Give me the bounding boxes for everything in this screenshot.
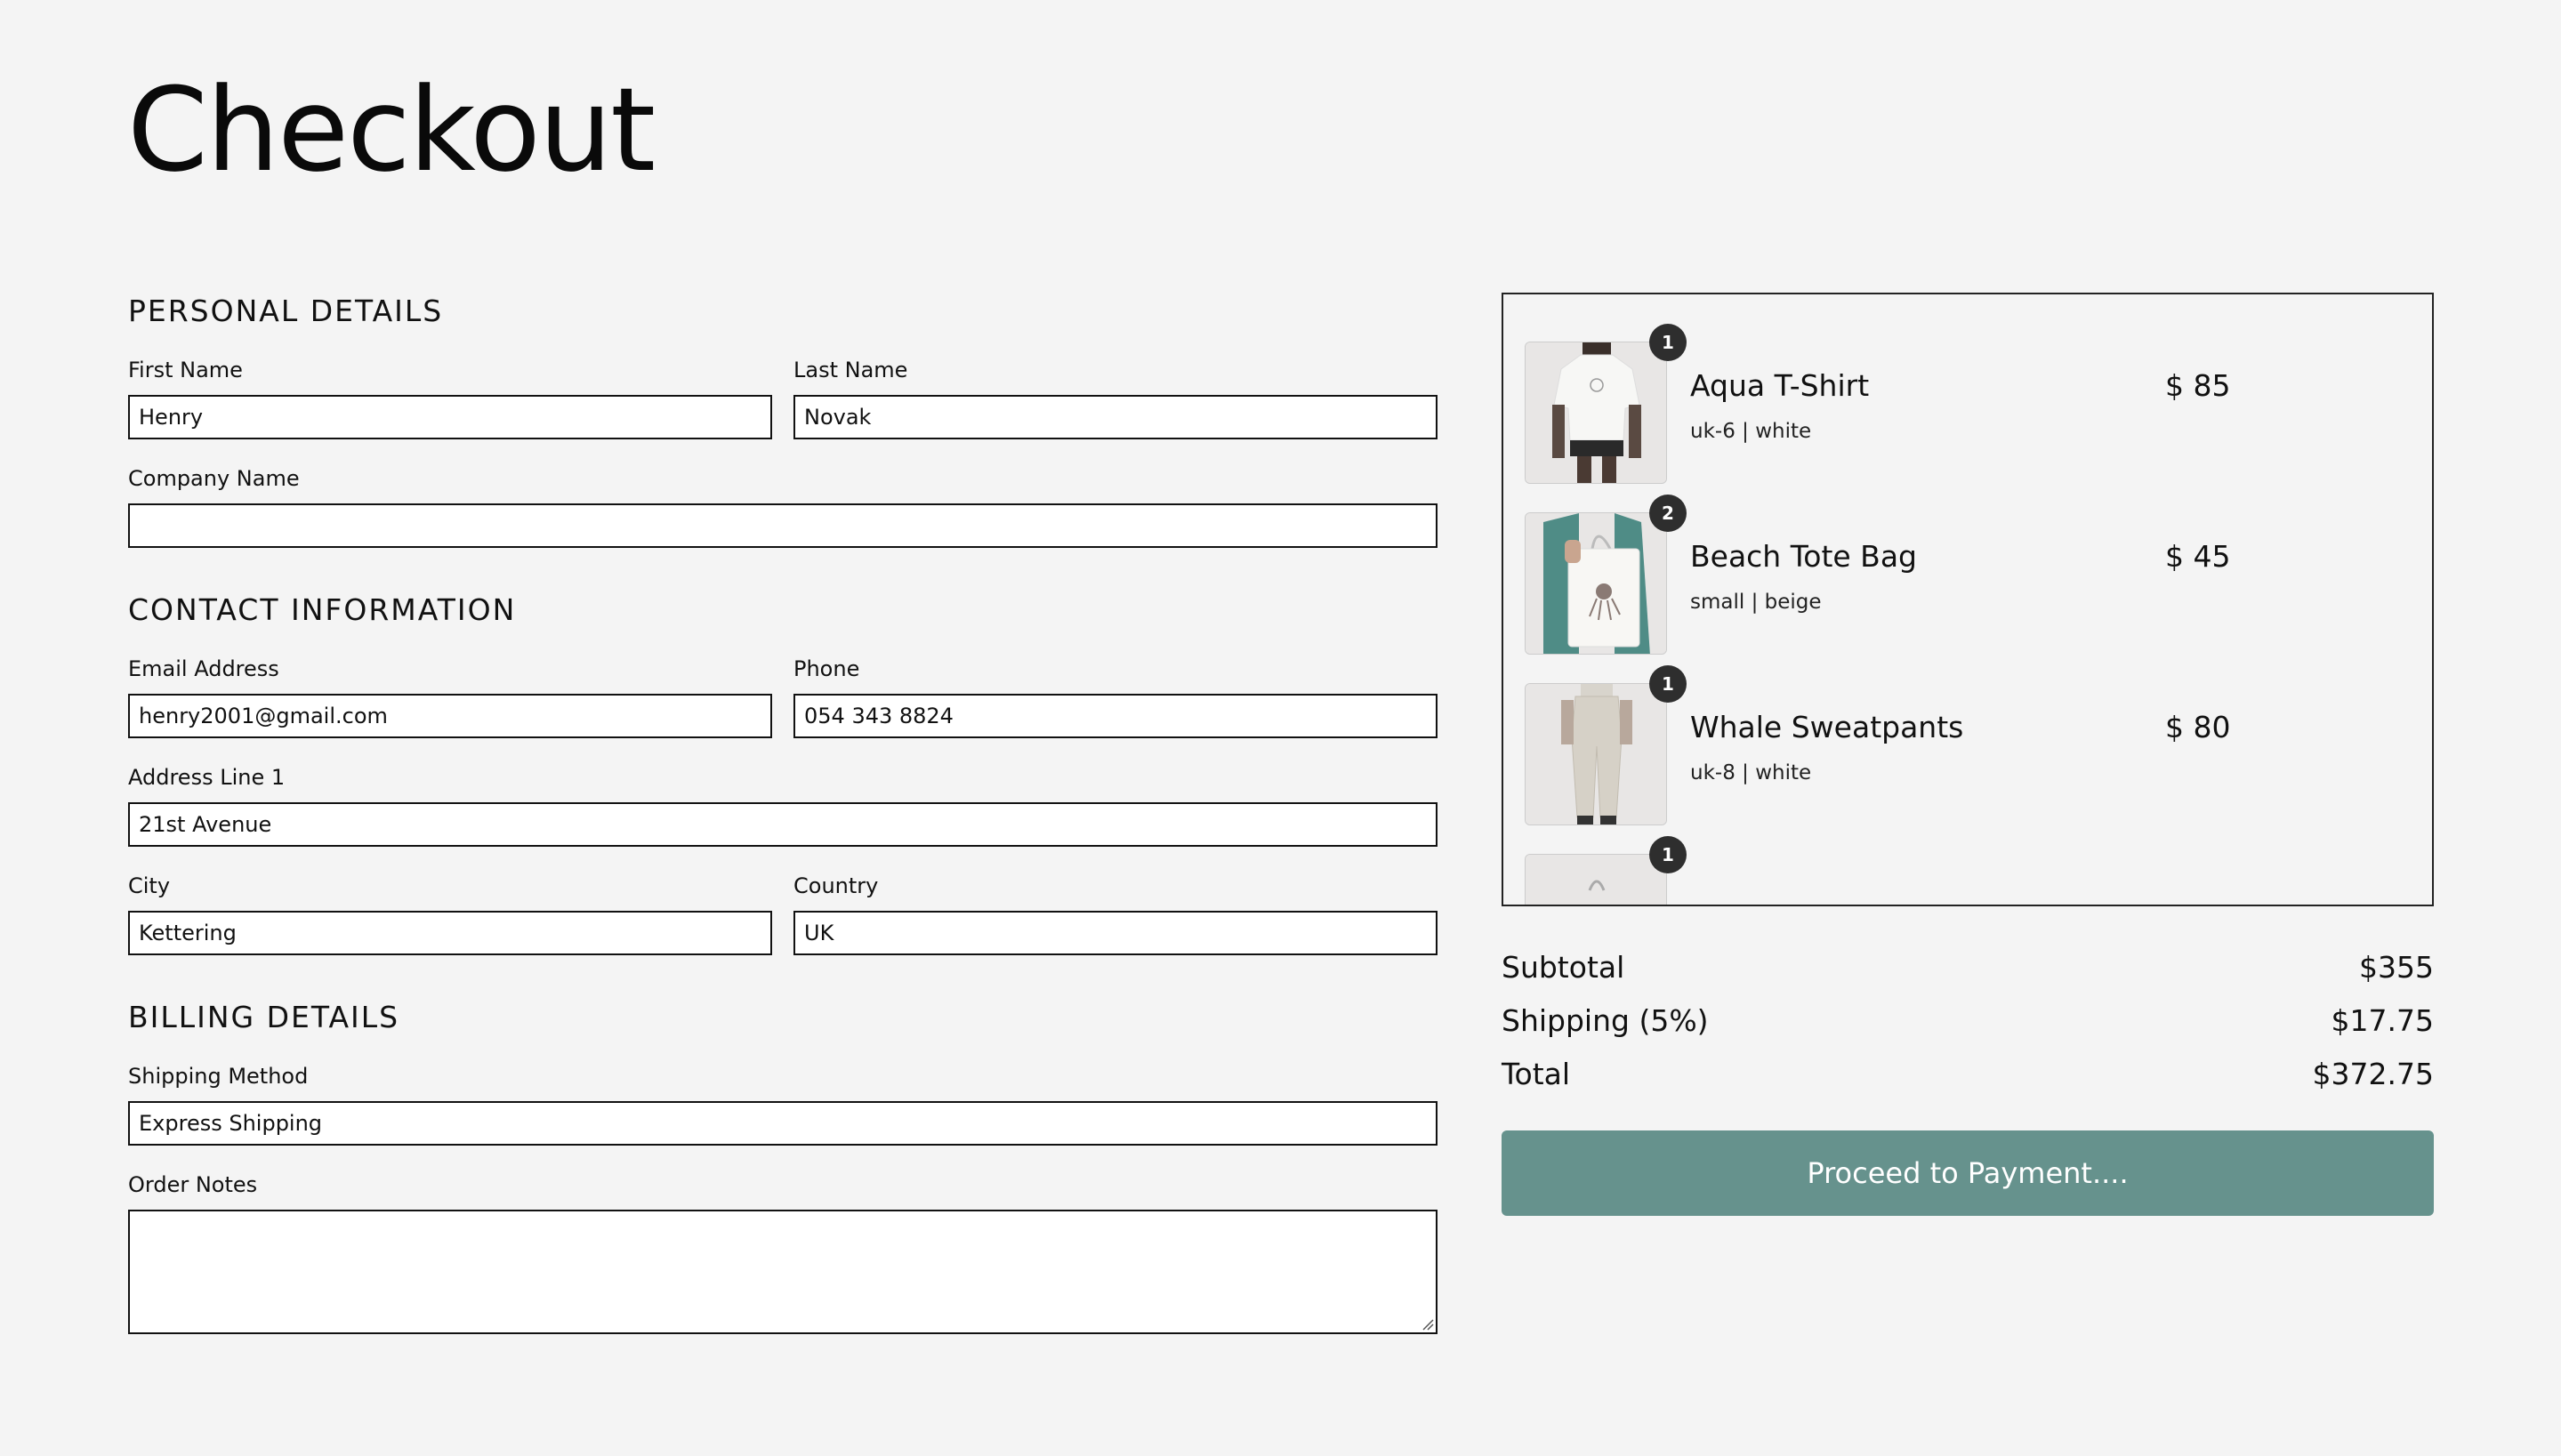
resize-grip-icon[interactable] — [1421, 1318, 1434, 1331]
cart-item: 1 Aqua T-Shirt uk-6 | white $ 85 — [1525, 324, 2414, 484]
subtotal-row: Subtotal $355 — [1502, 950, 2434, 985]
product-image-whale-sweatpants — [1525, 683, 1667, 825]
quantity-badge: 1 — [1649, 836, 1687, 873]
email-label: Email Address — [128, 656, 279, 681]
item-variant: uk-8 | white — [1690, 761, 1812, 784]
page-title: Checkout — [127, 62, 656, 197]
shipping-method-label: Shipping Method — [128, 1064, 309, 1089]
item-name: Beach Tote Bag — [1690, 539, 1917, 574]
last-name-input[interactable]: Novak — [793, 395, 1438, 439]
city-label: City — [128, 873, 171, 898]
phone-input[interactable]: 054 343 8824 — [793, 694, 1438, 738]
item-variant: small | beige — [1690, 591, 1822, 614]
contact-information-heading: CONTACT INFORMATION — [128, 592, 517, 627]
address-line-1-input[interactable]: 21st Avenue — [128, 802, 1438, 847]
cart-item: 2 Beach Tote Bag small | beige $ 45 — [1525, 495, 2414, 655]
cart-items-panel[interactable]: 1 Aqua T-Shirt uk-6 | white $ 85 2 Beach… — [1502, 293, 2434, 906]
total-row: Total $372.75 — [1502, 1057, 2434, 1091]
shipping-value: $17.75 — [2331, 1003, 2434, 1038]
phone-label: Phone — [793, 656, 860, 681]
item-name: Whale Sweatpants — [1690, 710, 1964, 744]
quantity-badge: 1 — [1649, 665, 1687, 703]
city-input[interactable]: Kettering — [128, 911, 772, 955]
last-name-label: Last Name — [793, 358, 908, 382]
total-value: $372.75 — [2312, 1057, 2434, 1091]
item-price: $ 85 — [2165, 368, 2231, 403]
address-line-1-label: Address Line 1 — [128, 765, 286, 790]
item-variant: uk-6 | white — [1690, 420, 1812, 443]
email-input[interactable]: henry2001@gmail.com — [128, 694, 772, 738]
product-image-beach-tote-bag — [1525, 512, 1667, 655]
subtotal-value: $355 — [2359, 950, 2434, 985]
item-name: Aqua T-Shirt — [1690, 368, 1870, 403]
shipping-row: Shipping (5%) $17.75 — [1502, 1003, 2434, 1038]
quantity-badge: 2 — [1649, 495, 1687, 532]
total-label: Total — [1502, 1057, 1571, 1091]
cart-item: 1 — [1525, 836, 2414, 905]
order-notes-textarea[interactable] — [128, 1210, 1438, 1334]
subtotal-label: Subtotal — [1502, 950, 1625, 985]
item-price: $ 80 — [2165, 710, 2231, 744]
company-name-input[interactable] — [128, 503, 1438, 548]
shipping-label: Shipping (5%) — [1502, 1003, 1709, 1038]
item-price: $ 45 — [2165, 539, 2231, 574]
product-image-aqua-tshirt — [1525, 342, 1667, 484]
first-name-label: First Name — [128, 358, 243, 382]
quantity-badge: 1 — [1649, 324, 1687, 361]
company-name-label: Company Name — [128, 466, 300, 491]
proceed-to-payment-button[interactable]: Proceed to Payment.... — [1502, 1130, 2434, 1216]
country-input[interactable]: UK — [793, 911, 1438, 955]
cart-item: 1 Whale Sweatpants uk-8 | white $ 80 — [1525, 665, 2414, 825]
product-image-partial — [1525, 854, 1667, 905]
first-name-input[interactable]: Henry — [128, 395, 772, 439]
personal-details-heading: PERSONAL DETAILS — [128, 294, 444, 328]
order-notes-label: Order Notes — [128, 1172, 258, 1197]
billing-details-heading: BILLING DETAILS — [128, 1000, 400, 1034]
country-label: Country — [793, 873, 879, 898]
shipping-method-input[interactable]: Express Shipping — [128, 1101, 1438, 1146]
